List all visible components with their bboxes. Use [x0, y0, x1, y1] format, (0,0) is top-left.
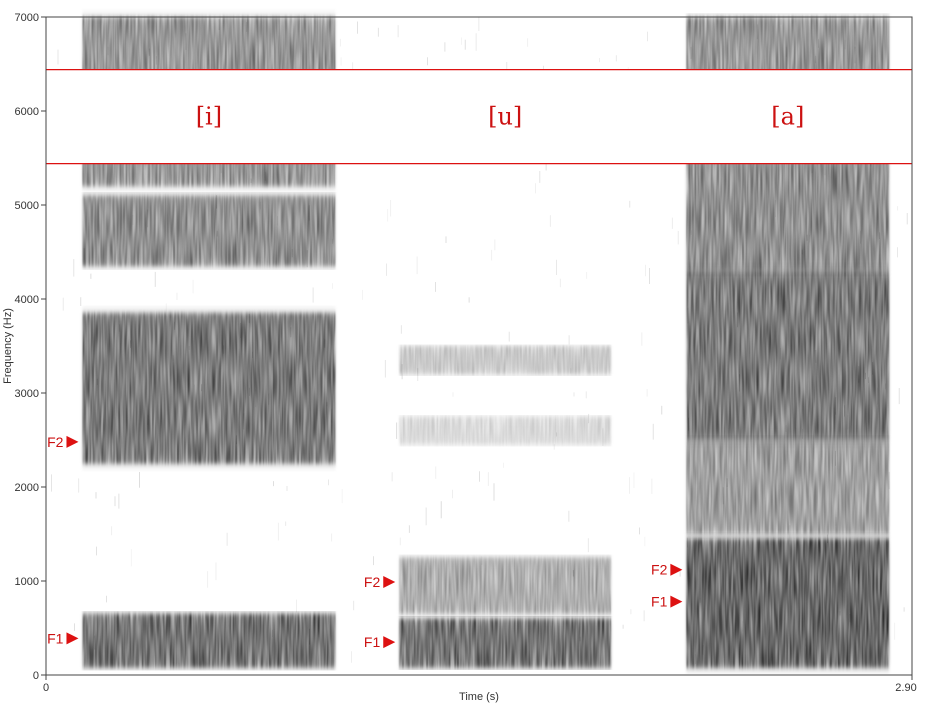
formant-label: F1 [651, 594, 668, 610]
vowel-label: [u] [488, 103, 522, 131]
y-tick-label: 0 [33, 670, 39, 682]
energy-band [686, 440, 890, 534]
x-tick-label: 2.90 [895, 682, 916, 694]
y-tick-label: 5000 [15, 200, 39, 212]
formant-label: F1 [47, 630, 64, 646]
y-tick-label: 4000 [15, 294, 39, 306]
spectrogram-chart: 0 1000 2000 3000 4000 5000 6000 7000 0 2.90 [i] [… [2, 12, 917, 703]
energy-band [399, 618, 612, 668]
formant-label: F2 [364, 574, 381, 590]
y-tick-label: 1000 [15, 576, 39, 588]
y-tick-label: 3000 [15, 388, 39, 400]
energy-band [399, 416, 612, 445]
energy-band [686, 270, 890, 440]
y-axis-label: Frequency (Hz) [2, 308, 14, 384]
x-tick-label: 0 [43, 682, 49, 694]
vowel-label: [a] [771, 103, 804, 131]
x-axis-label: Time (s) [459, 691, 499, 703]
energy-band [686, 158, 890, 271]
energy-band [686, 538, 890, 668]
energy-band [82, 195, 336, 267]
y-tick-label: 6000 [15, 106, 39, 118]
formant-label: F2 [47, 434, 64, 450]
energy-band [82, 613, 336, 668]
energy-band [399, 557, 612, 614]
formant-label: F1 [364, 634, 381, 650]
y-tick-label: 2000 [15, 482, 39, 494]
energy-band [82, 313, 336, 464]
y-tick-label: 7000 [15, 12, 39, 24]
vowel-label: [i] [196, 103, 222, 131]
formant-label: F2 [651, 562, 668, 578]
energy-band [399, 346, 612, 375]
y-axis-ticks: 0 1000 2000 3000 4000 5000 6000 7000 [15, 12, 46, 682]
